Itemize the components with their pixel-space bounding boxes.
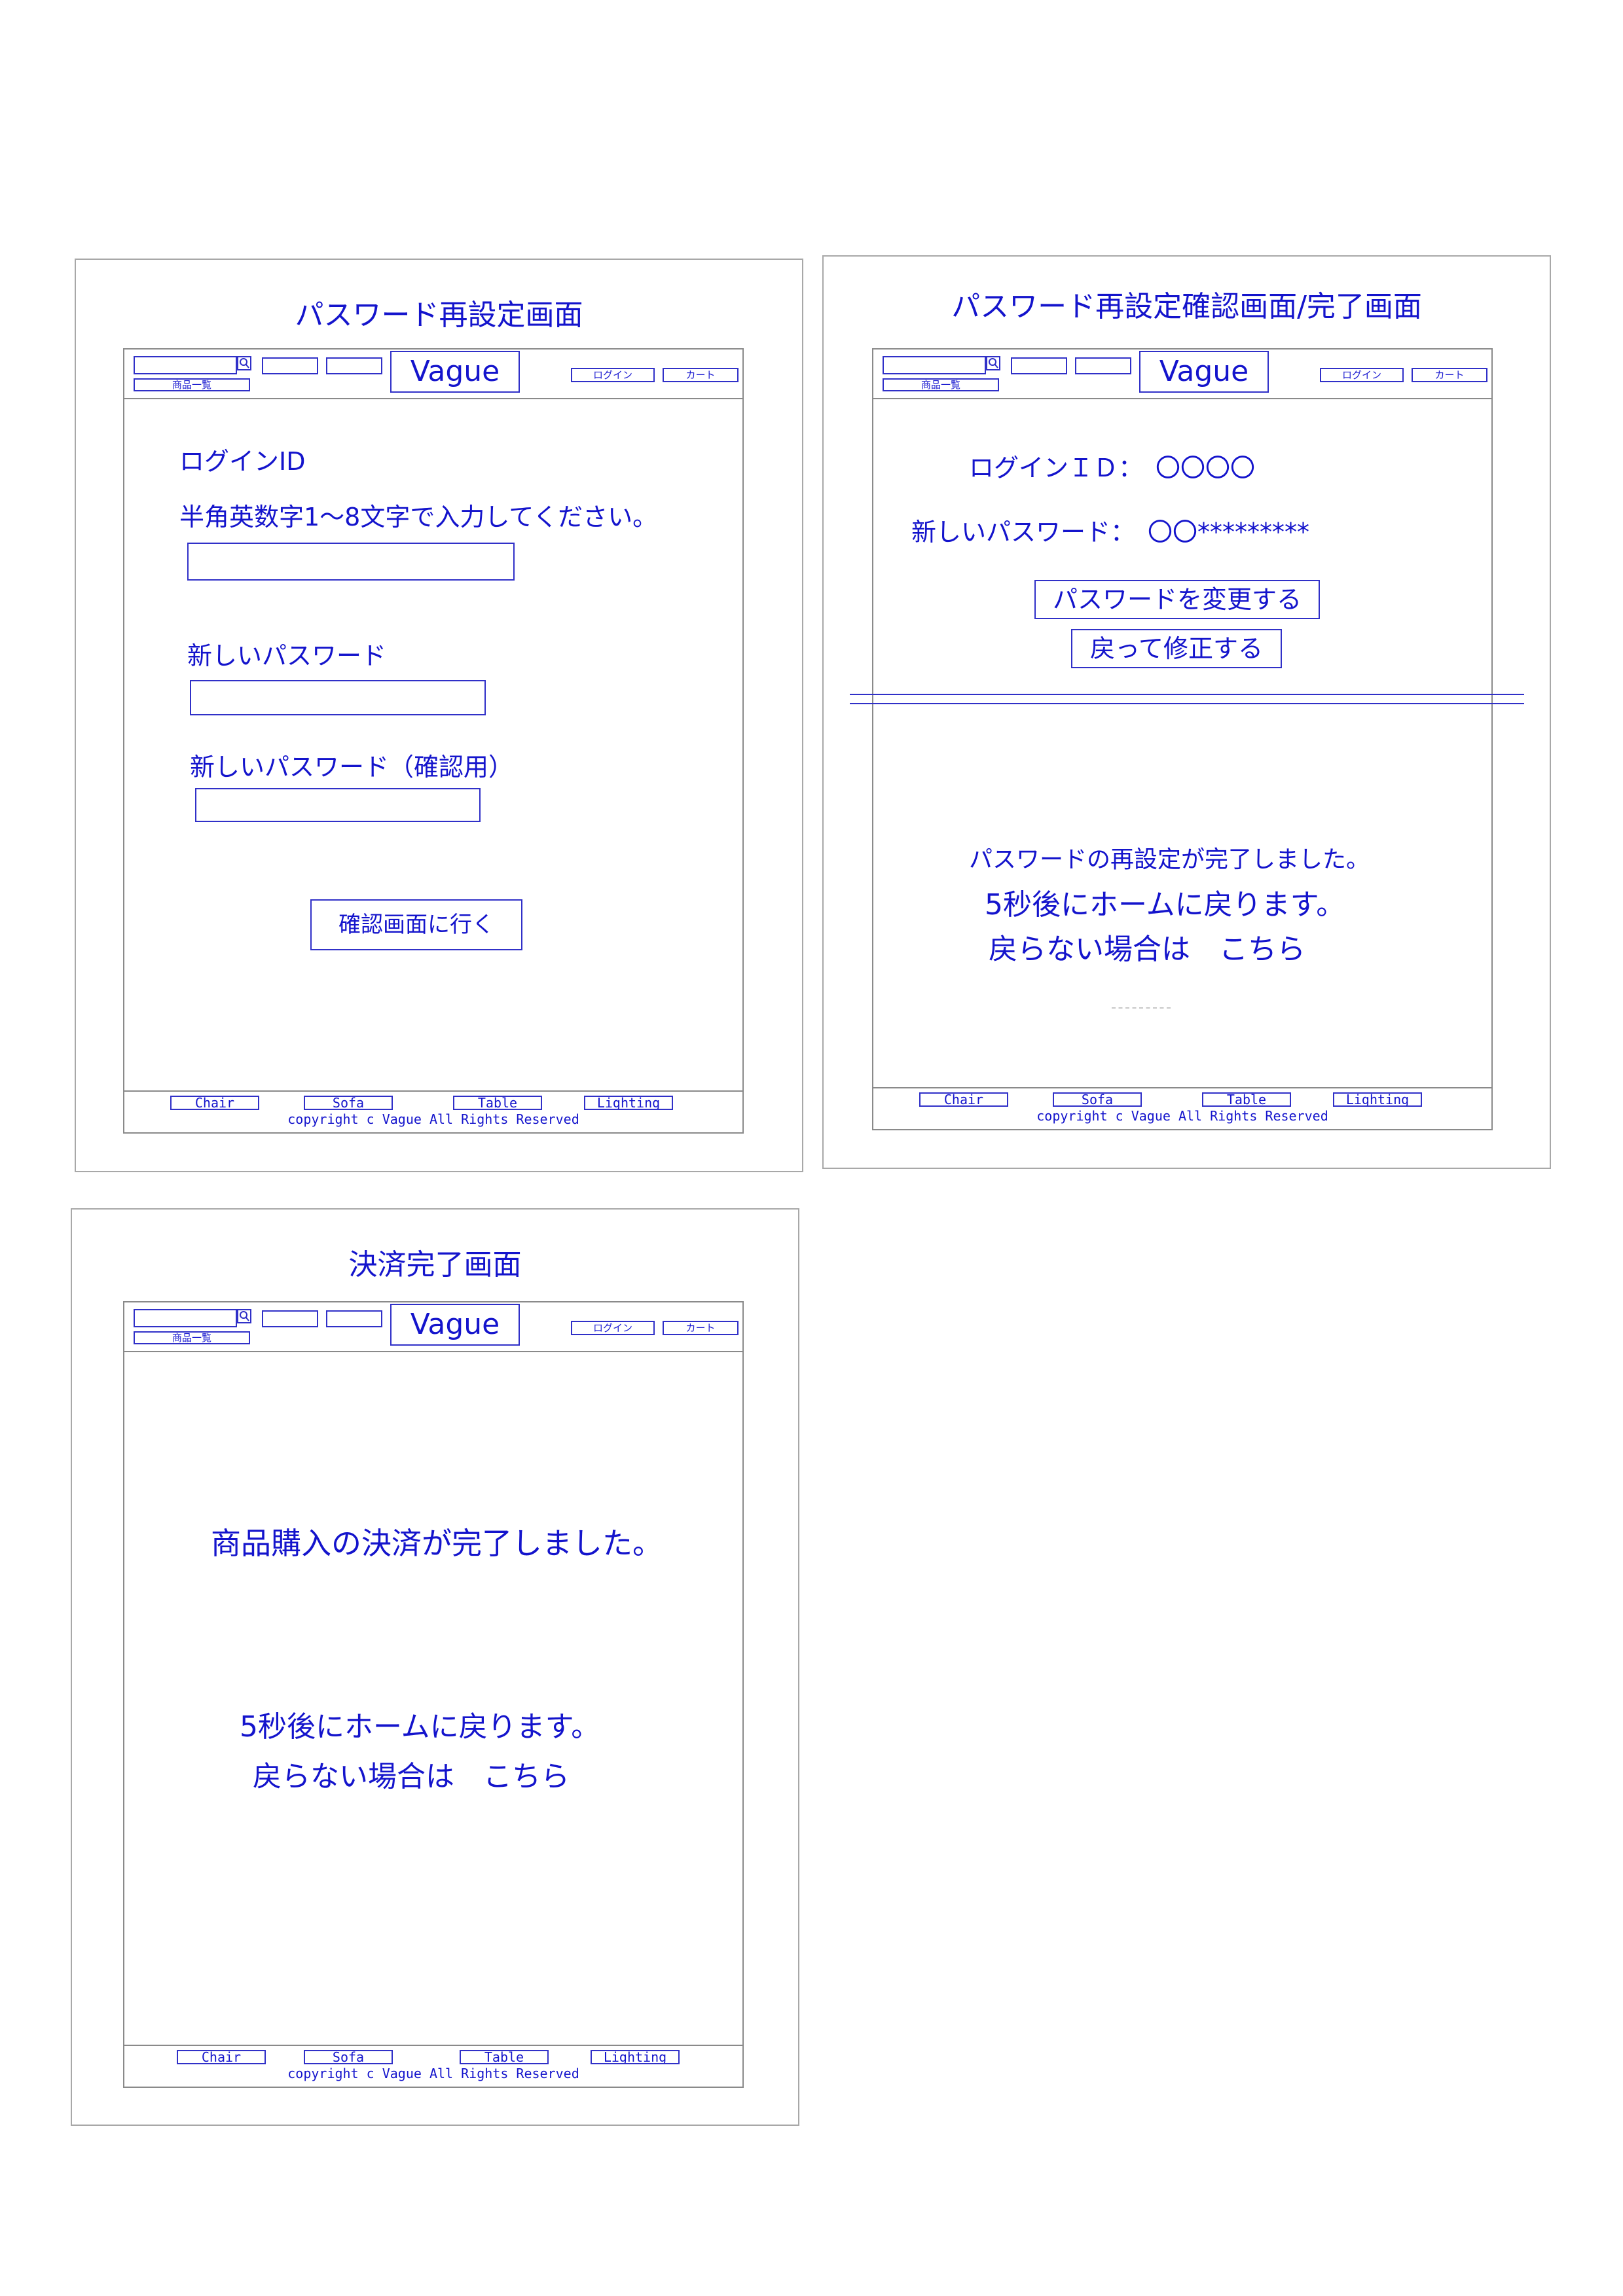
footer-link-lighting[interactable]: Lighting bbox=[1333, 1092, 1422, 1107]
change-password-button[interactable]: パスワードを変更する bbox=[1034, 580, 1320, 619]
screen-mockup: 商品一覧 Vague ログイン カート ログインID 半角英数字1～8文字で入力… bbox=[123, 348, 744, 1134]
logo[interactable]: Vague bbox=[390, 351, 520, 393]
cart-button[interactable]: カート bbox=[663, 1321, 739, 1335]
password-confirm-panel: パスワード再設定確認画面/完了画面 商品一覧 Vague ログイン カート ログ… bbox=[822, 255, 1551, 1169]
login-button[interactable]: ログイン bbox=[571, 1321, 655, 1335]
footer-link-table[interactable]: Table bbox=[453, 1096, 542, 1110]
login-id-hint: 半角英数字1～8文字で入力してください。 bbox=[179, 503, 658, 531]
footer-link-chair[interactable]: Chair bbox=[919, 1092, 1008, 1107]
footer-link-lighting[interactable]: Lighting bbox=[584, 1096, 673, 1110]
site-footer: Chair Sofa Table Lighting copyright c Va… bbox=[124, 1090, 742, 1132]
new-password-input[interactable] bbox=[190, 680, 486, 715]
new-password-row: 新しいパスワード： 〇〇********* bbox=[911, 518, 1310, 547]
login-id-input[interactable] bbox=[187, 543, 515, 581]
fallback-message: 戻らない場合は こちら bbox=[253, 1760, 570, 1793]
search-icon[interactable] bbox=[237, 1309, 251, 1323]
cart-button[interactable]: カート bbox=[1412, 368, 1487, 382]
confirm-password-label: 新しいパスワード（確認用） bbox=[190, 753, 514, 781]
header-box[interactable] bbox=[1075, 357, 1131, 374]
fallback-message: 戻らない場合は こちら bbox=[989, 933, 1305, 966]
catalog-link[interactable]: 商品一覧 bbox=[134, 1331, 250, 1344]
footer-link-sofa[interactable]: Sofa bbox=[304, 2050, 393, 2064]
header-box[interactable] bbox=[262, 1310, 318, 1327]
redirect-message: 5秒後にホームに戻ります。 bbox=[240, 1710, 600, 1744]
header-box[interactable] bbox=[262, 357, 318, 374]
logo[interactable]: Vague bbox=[1139, 351, 1269, 393]
footer-link-sofa[interactable]: Sofa bbox=[1053, 1092, 1142, 1107]
screen-mockup: 商品一覧 Vague ログイン カート ログインＩＤ： 〇〇〇〇 新しいパスワー… bbox=[872, 348, 1493, 1130]
section-divider bbox=[850, 694, 1524, 704]
done-message: 商品購入の決済が完了しました。 bbox=[211, 1526, 663, 1561]
confirm-password-input[interactable] bbox=[195, 788, 481, 822]
site-footer: Chair Sofa Table Lighting copyright c Va… bbox=[124, 2045, 742, 2087]
panel-title: パスワード再設定画面 bbox=[295, 298, 583, 332]
copyright: copyright c Vague All Rights Reserved bbox=[1036, 1108, 1328, 1124]
login-id-label: ログインID bbox=[179, 447, 306, 476]
payment-complete-panel: 決済完了画面 商品一覧 Vague ログイン カート 商品購入の決済が完了しまし… bbox=[71, 1208, 799, 2126]
header-box[interactable] bbox=[326, 357, 382, 374]
site-header: 商品一覧 Vague ログイン カート bbox=[124, 350, 742, 399]
site-footer: Chair Sofa Table Lighting copyright c Va… bbox=[873, 1087, 1491, 1129]
go-to-confirm-button[interactable]: 確認画面に行く bbox=[310, 899, 522, 950]
login-id-row: ログインＩＤ： 〇〇〇〇 bbox=[969, 454, 1256, 482]
copyright: copyright c Vague All Rights Reserved bbox=[287, 1111, 579, 1127]
screen-mockup: 商品一覧 Vague ログイン カート 商品購入の決済が完了しました。 5秒後に… bbox=[123, 1301, 744, 2088]
footer-link-table[interactable]: Table bbox=[1202, 1092, 1291, 1107]
divider bbox=[1112, 1007, 1171, 1009]
header-box[interactable] bbox=[326, 1310, 382, 1327]
footer-link-table[interactable]: Table bbox=[460, 2050, 549, 2064]
done-message: パスワードの再設定が完了しました。 bbox=[969, 846, 1370, 873]
logo[interactable]: Vague bbox=[390, 1304, 520, 1346]
panel-title: 決済完了画面 bbox=[348, 1248, 522, 1282]
site-header: 商品一覧 Vague ログイン カート bbox=[873, 350, 1491, 399]
catalog-link[interactable]: 商品一覧 bbox=[134, 378, 250, 391]
footer-link-lighting[interactable]: Lighting bbox=[591, 2050, 680, 2064]
search-icon[interactable] bbox=[986, 356, 1000, 370]
footer-link-chair[interactable]: Chair bbox=[170, 1096, 259, 1110]
search-input[interactable] bbox=[134, 1309, 237, 1327]
footer-link-sofa[interactable]: Sofa bbox=[304, 1096, 393, 1110]
search-input[interactable] bbox=[883, 356, 986, 374]
cart-button[interactable]: カート bbox=[663, 368, 739, 382]
login-button[interactable]: ログイン bbox=[571, 368, 655, 382]
footer-link-chair[interactable]: Chair bbox=[177, 2050, 266, 2064]
back-to-edit-button[interactable]: 戻って修正する bbox=[1071, 629, 1282, 668]
password-reset-panel: パスワード再設定画面 商品一覧 Vague ログイン カート ログインID 半角… bbox=[75, 259, 803, 1172]
panel-title: パスワード再設定確認画面/完了画面 bbox=[951, 290, 1422, 323]
login-button[interactable]: ログイン bbox=[1320, 368, 1404, 382]
new-password-label: 新しいパスワード bbox=[187, 641, 387, 670]
header-box[interactable] bbox=[1011, 357, 1067, 374]
search-icon[interactable] bbox=[237, 356, 251, 370]
redirect-message: 5秒後にホームに戻ります。 bbox=[985, 888, 1345, 922]
site-header: 商品一覧 Vague ログイン カート bbox=[124, 1302, 742, 1352]
catalog-link[interactable]: 商品一覧 bbox=[883, 378, 999, 391]
search-input[interactable] bbox=[134, 356, 237, 374]
copyright: copyright c Vague All Rights Reserved bbox=[287, 2066, 579, 2081]
